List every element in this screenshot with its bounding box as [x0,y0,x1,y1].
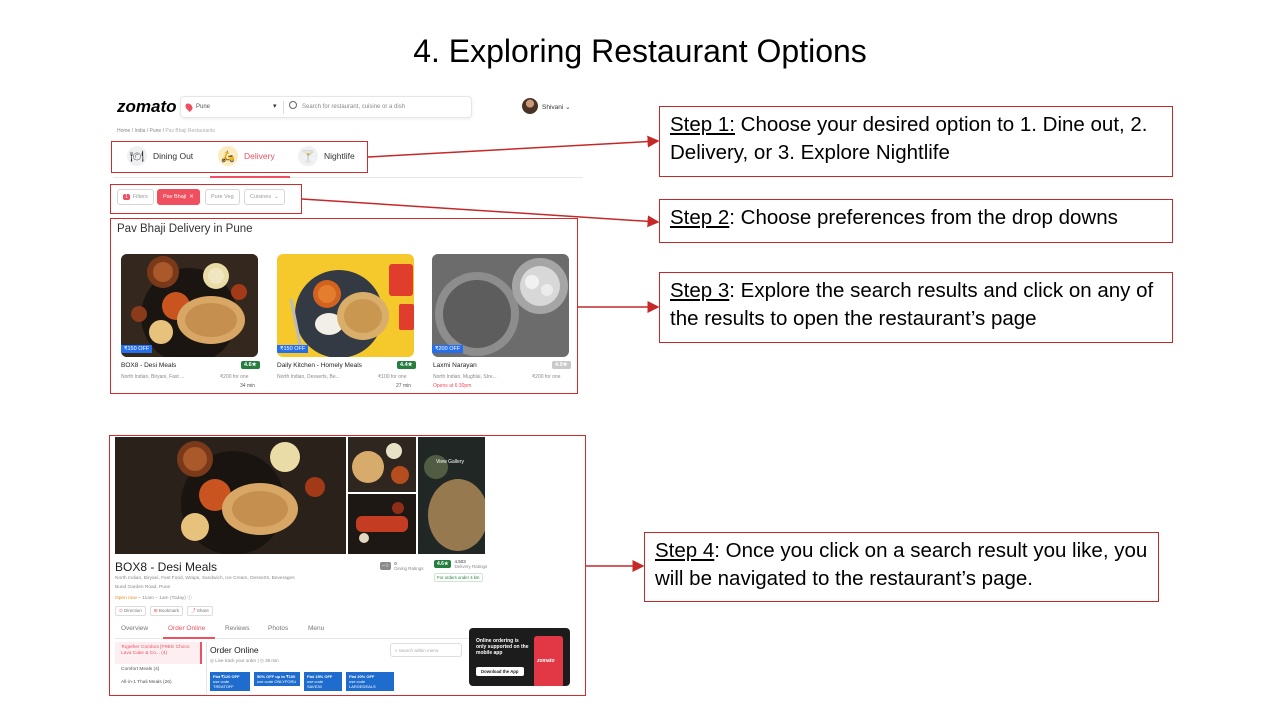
step-label: Step 1: [670,113,735,136]
step-1-callout: Step 1: Choose your desired option to 1.… [659,106,1173,177]
step-text: : Explore the search results and click o… [670,279,1154,330]
arrow-step-1 [367,135,660,158]
step-text: : Choose preferences from the drop downs [729,206,1118,229]
step-text: Choose your desired option to 1. Dine ou… [670,113,1148,164]
step-label: Step 2 [670,206,730,229]
step-3-callout: Step 3: Explore the search results and c… [659,272,1173,343]
step-text: : Once you click on a search result you … [655,539,1148,590]
step-label: Step 4 [655,539,715,562]
step-label: Step 3 [670,279,730,302]
step-4-callout: Step 4: Once you click on a search resul… [644,532,1159,602]
step-2-callout: Step 2: Choose preferences from the drop… [659,199,1173,243]
arrow-step-2 [301,198,660,228]
